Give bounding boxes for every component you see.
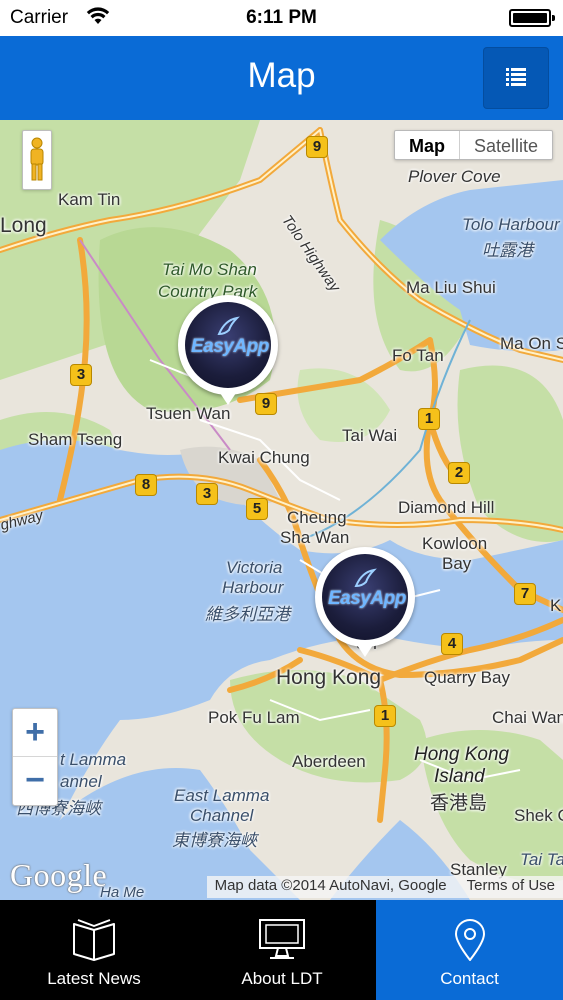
map-type-control: Map Satellite — [393, 130, 553, 160]
map-label: Kam Tin — [58, 190, 121, 209]
map-label: Island — [434, 766, 485, 787]
route-shield: 2 — [448, 462, 470, 484]
pegman-icon — [30, 137, 44, 181]
map-label: 香港島 — [430, 793, 488, 814]
map-label: Shek O — [514, 806, 563, 825]
map-type-map-button[interactable]: Map — [395, 131, 460, 159]
map-label: Hong Kong — [276, 666, 382, 689]
map-type-satellite-button[interactable]: Satellite — [460, 131, 552, 159]
status-bar: Carrier 6:11 PM — [0, 0, 563, 36]
zoom-in-button[interactable]: + — [13, 709, 57, 757]
map-label: Tsuen Wan — [146, 404, 231, 423]
marker-label: EasyApp — [191, 336, 269, 357]
map-label: annel — [60, 772, 102, 791]
route-shield: 3 — [196, 483, 218, 505]
map-label: Long — [0, 214, 47, 237]
map-label: Bay — [442, 554, 472, 573]
map-label: East Lamma — [174, 786, 270, 805]
route-shield: 1 — [374, 705, 396, 727]
route-shield: 9 — [306, 136, 328, 158]
map-label: Fo Tan — [392, 346, 444, 365]
marker-label: EasyApp — [328, 588, 406, 609]
tab-latest-news[interactable]: Latest News — [0, 900, 188, 1000]
map-attribution: Map data ©2014 AutoNavi, Google Terms of… — [206, 876, 563, 898]
map-label: Pok Fu Lam — [208, 708, 300, 727]
map-label: Kwai Chung — [218, 448, 310, 467]
map-label: 吐露港 — [482, 241, 533, 260]
menu-button[interactable] — [483, 47, 549, 109]
map-label: 維多利亞港 — [205, 605, 290, 624]
map-label: Tai Ta — [520, 850, 563, 869]
battery-icon — [509, 9, 555, 27]
map-label: Sha Wan — [280, 528, 350, 547]
list-icon — [506, 68, 526, 86]
tab-contact[interactable]: Contact — [376, 900, 563, 1000]
map-label: Tai Wai — [342, 426, 398, 445]
tab-about-ldt[interactable]: About LDT — [188, 900, 376, 1000]
map-label: Tolo Harbour — [462, 215, 560, 234]
location-pin-icon — [454, 919, 485, 961]
map-label: Ma On S — [500, 334, 563, 353]
zoom-out-button[interactable]: − — [13, 757, 57, 805]
map-label: 東博寮海峽 — [172, 831, 257, 850]
street-view-pegman[interactable] — [22, 130, 52, 190]
map-label: Aberdeen — [292, 752, 366, 771]
google-logo: Google — [10, 857, 108, 893]
book-icon — [73, 919, 115, 961]
tab-label: About LDT — [241, 969, 323, 988]
attribution-text: Map data ©2014 AutoNavi, Google — [214, 877, 447, 894]
route-shield: 7 — [514, 583, 536, 605]
map-label: Kowloon — [422, 534, 488, 553]
route-shield: 8 — [135, 474, 157, 496]
map-label: Chai Wan — [492, 708, 563, 727]
tab-label: Contact — [440, 969, 499, 988]
tab-label: Latest News — [47, 969, 141, 988]
route-shield: 5 — [246, 498, 268, 520]
map-marker[interactable]: EasyApp — [315, 547, 415, 659]
map-label: t Lamma — [60, 750, 127, 769]
map-label: Harbour — [222, 578, 284, 597]
route-shield: 3 — [70, 364, 92, 386]
map-label: Tai Mo Shan — [162, 260, 257, 279]
easyapp-logo-icon — [354, 568, 377, 588]
map-label: Channel — [190, 806, 254, 825]
map-label: Victoria — [226, 558, 283, 577]
map-label: Plover Cove — [408, 167, 501, 186]
route-shield: 4 — [441, 633, 463, 655]
map-label: Ma Liu Shui — [406, 278, 496, 297]
zoom-control: + − — [12, 708, 58, 806]
route-shield: 1 — [418, 408, 440, 430]
map-label: Quarry Bay — [424, 668, 510, 687]
clock: 6:11 PM — [246, 7, 317, 28]
map-label: Cheung — [287, 508, 347, 527]
easyapp-logo-icon — [217, 316, 240, 336]
terms-of-use-link[interactable]: Terms of Use — [467, 877, 555, 897]
map-view[interactable]: Kam Tin Long Tai Mo Shan Country Park To… — [0, 120, 563, 900]
page-title: Map — [247, 56, 316, 95]
map-label: K — [550, 596, 562, 615]
map-label: Sham Tseng — [28, 430, 123, 449]
monitor-icon — [259, 919, 305, 959]
map-marker[interactable]: EasyApp — [178, 295, 278, 407]
map-label: Hong Kong — [414, 744, 510, 765]
navigation-bar: Map — [0, 36, 563, 120]
tab-bar: Latest News About LDT Contact — [0, 900, 563, 1000]
map-label: Diamond Hill — [398, 498, 495, 517]
